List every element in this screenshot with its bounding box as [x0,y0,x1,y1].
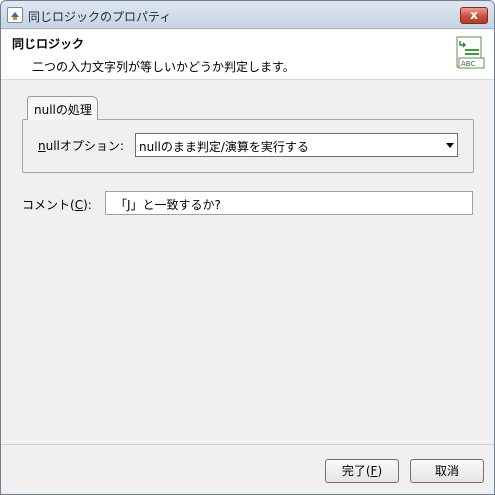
tab-null-handling[interactable]: nullの処理 [27,96,98,120]
svg-text:ABC: ABC [461,60,475,68]
properties-dialog: 同じロジックのプロパティ x 同じロジック 二つの入力文字列が等しいかどうか判定… [0,0,495,495]
close-button[interactable]: x [460,7,488,24]
app-icon [7,7,23,23]
finish-button[interactable]: 完了(F) [325,459,399,483]
dialog-header: 同じロジック 二つの入力文字列が等しいかどうか判定します。 ABC [1,30,494,80]
string-compare-icon: ABC [456,36,485,69]
dropdown-arrow-icon[interactable] [446,143,454,148]
header-title: 同じロジック [12,37,85,51]
tab-panel: nullオプション: nullのまま判定/演算を実行する [22,119,474,173]
cancel-button[interactable]: 取消 [410,459,484,483]
title-bar[interactable]: 同じロジックのプロパティ x [1,1,494,29]
button-bar-divider [1,444,494,445]
close-icon: x [470,8,478,22]
tab-label: nullの処理 [34,103,92,117]
comment-label: コメント(C): [22,198,92,212]
header-description: 二つの入力文字列が等しいかどうか判定します。 [32,60,295,74]
window-title: 同じロジックのプロパティ [28,10,172,24]
comment-value: 「J」と一致するか? [115,198,221,212]
null-option-select[interactable]: nullのまま判定/演算を実行する [135,133,458,157]
comment-input[interactable]: 「J」と一致するか? [105,191,473,215]
null-option-label: nullオプション: [38,139,124,153]
content-area: nullの処理 nullオプション: nullのまま判定/演算を実行する コメン… [1,81,494,494]
null-option-value: nullのまま判定/演算を実行する [139,140,309,154]
